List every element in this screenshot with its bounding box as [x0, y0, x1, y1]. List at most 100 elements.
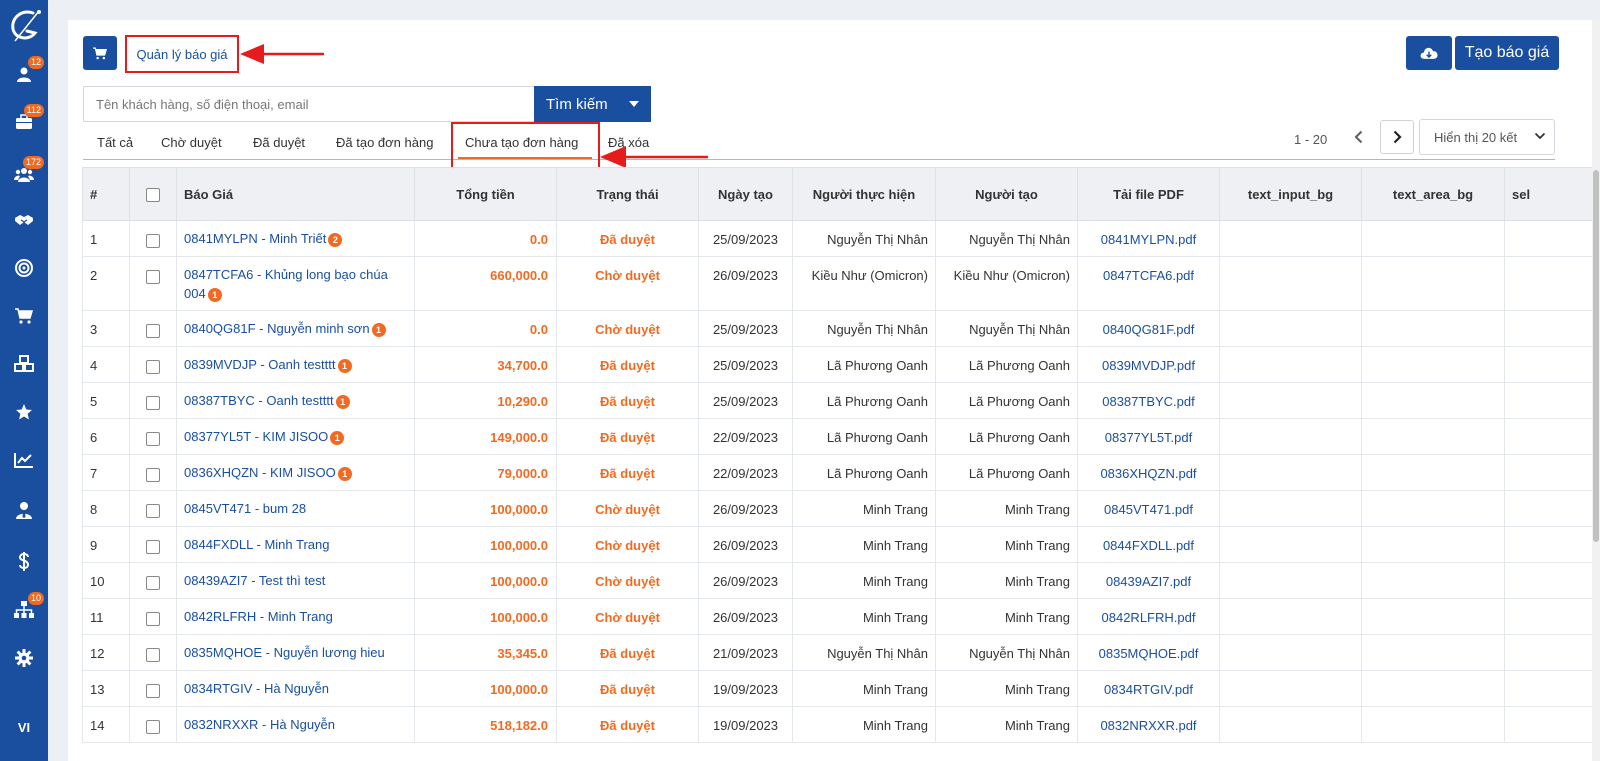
language-switch[interactable]: VI	[0, 720, 48, 735]
prev-page-button[interactable]	[1343, 120, 1373, 154]
quote-link[interactable]: 0840QG81F - Nguyễn minh sơn	[184, 321, 370, 336]
sidebar-item-user[interactable]: 12	[0, 56, 48, 92]
pdf-download-link[interactable]: 0845VT471.pdf	[1104, 502, 1193, 517]
sidebar-item-dollar[interactable]	[0, 544, 48, 580]
create-quote-button[interactable]: Tạo báo giá	[1455, 36, 1559, 70]
caret-down-icon[interactable]	[629, 101, 639, 107]
pdf-download-link[interactable]: 0835MQHOE.pdf	[1099, 646, 1199, 661]
cart-button[interactable]	[83, 36, 117, 70]
tab-all[interactable]: Tất cả	[97, 124, 133, 160]
sidebar-item-users[interactable]: 172	[0, 156, 48, 192]
quote-link[interactable]: 0845VT471 - bum 28	[184, 501, 306, 516]
table-row[interactable]: 1 0841MYLPN - Minh Triết 2 0.0 Đã duyệt 25/09…	[82, 220, 1600, 257]
quote-link[interactable]: 0844FXDLL - Minh Trang	[184, 537, 329, 552]
column-header-date[interactable]: Ngày tạo	[698, 167, 793, 221]
pdf-download-link[interactable]: 0844FXDLL.pdf	[1103, 538, 1194, 553]
quote-link[interactable]: 08439AZI7 - Test thì test	[184, 573, 325, 588]
row-checkbox[interactable]	[146, 359, 160, 374]
sidebar-item-handshake[interactable]	[0, 202, 48, 238]
scrollbar-thumb[interactable]	[1593, 170, 1599, 542]
sidebar-item-user-tie[interactable]	[0, 492, 48, 528]
row-checkbox[interactable]	[146, 431, 160, 446]
quote-link[interactable]: 0841MYLPN - Minh Triết	[184, 231, 326, 246]
column-header-executor[interactable]: Người thực hiện	[792, 167, 936, 221]
sidebar-item-briefcase[interactable]: 112	[0, 104, 48, 140]
column-header-quote[interactable]: Báo Giá	[176, 167, 415, 221]
sidebar-item-cart[interactable]	[0, 298, 48, 334]
table-row[interactable]: 4 0839MVDJP - Oanh testttt 1 34,700.0 Đã duy…	[82, 346, 1600, 383]
quote-link[interactable]: 0839MVDJP - Oanh testttt	[184, 357, 336, 372]
column-header-status[interactable]: Trạng thái	[556, 167, 699, 221]
sidebar-item-chart[interactable]	[0, 442, 48, 478]
pdf-download-link[interactable]: 0834RTGIV.pdf	[1104, 682, 1193, 697]
pdf-download-link[interactable]: 0847TCFA6.pdf	[1103, 268, 1194, 283]
row-checkbox[interactable]	[146, 647, 160, 662]
tab-approved[interactable]: Đã duyệt	[253, 124, 305, 160]
pdf-download-link[interactable]: 08377YL5T.pdf	[1105, 430, 1192, 445]
table-row[interactable]: 8 0845VT471 - bum 28 100,000.0 Chờ duyệt 26/…	[82, 490, 1600, 527]
table-row[interactable]: 3 0840QG81F - Nguyễn minh sơn 1 0.0 Chờ duyệ…	[82, 310, 1600, 347]
app-logo-icon[interactable]	[0, 4, 48, 48]
pdf-download-link[interactable]: 0836XHQZN.pdf	[1100, 466, 1196, 481]
row-checkbox[interactable]	[146, 503, 160, 518]
text-area-bg-cell	[1361, 310, 1505, 347]
sidebar-item-star[interactable]	[0, 394, 48, 430]
row-checkbox[interactable]	[146, 467, 160, 482]
sidebar-item-target[interactable]	[0, 250, 48, 286]
row-checkbox[interactable]	[146, 575, 160, 590]
sidebar-item-sitemap[interactable]: 10	[0, 592, 48, 628]
sidebar-item-settings[interactable]	[0, 640, 48, 676]
column-header-total[interactable]: Tổng tiền	[414, 167, 557, 221]
row-checkbox[interactable]	[146, 323, 160, 338]
page-scrollbar[interactable]	[1592, 20, 1600, 761]
row-checkbox[interactable]	[146, 395, 160, 410]
row-checkbox[interactable]	[146, 611, 160, 626]
search-input[interactable]	[83, 86, 534, 122]
page-size-select[interactable]: Hiển thị 20 kết	[1419, 119, 1555, 155]
tab-pending[interactable]: Chờ duyệt	[161, 124, 222, 160]
table-row[interactable]: 6 08377YL5T - KIM JISOO 1 149,000.0 Đã duyệt…	[82, 418, 1600, 455]
search-button[interactable]: Tìm kiếm	[534, 86, 651, 122]
table-row[interactable]: 2 0847TCFA6 - Khủng long bạo chúa 004 1 660…	[82, 256, 1600, 311]
table-row[interactable]: 10 08439AZI7 - Test thì test 100,000.0 Chờ …	[82, 562, 1600, 599]
row-checkbox[interactable]	[146, 233, 160, 248]
pdf-download-link[interactable]: 08439AZI7.pdf	[1106, 574, 1191, 589]
quote-link[interactable]: 0832NRXXR - Hà Nguyễn	[184, 717, 335, 732]
row-checkbox[interactable]	[146, 539, 160, 554]
row-checkbox[interactable]	[146, 719, 160, 734]
next-page-button[interactable]	[1380, 120, 1414, 154]
pdf-download-link[interactable]: 08387TBYC.pdf	[1102, 394, 1195, 409]
download-button[interactable]	[1406, 36, 1452, 70]
pdf-download-link[interactable]: 0841MYLPN.pdf	[1101, 232, 1196, 247]
sidebar-item-cubes[interactable]	[0, 346, 48, 382]
quote-link[interactable]: 0835MQHOE - Nguyễn lương hieu	[184, 645, 385, 660]
quote-link[interactable]: 08387TBYC - Oanh testttt	[184, 393, 334, 408]
pdf-download-link[interactable]: 0832NRXXR.pdf	[1100, 718, 1196, 733]
column-header-text-area-bg[interactable]: text_area_bg	[1361, 167, 1505, 221]
column-header-text-input-bg[interactable]: text_input_bg	[1219, 167, 1362, 221]
quote-cell: 08387TBYC - Oanh testttt 1	[176, 382, 415, 419]
quote-link[interactable]: 0836XHQZN - KIM JISOO	[184, 465, 336, 480]
table-row[interactable]: 9 0844FXDLL - Minh Trang 100,000.0 Chờ duyệ…	[82, 526, 1600, 563]
tab-order-created[interactable]: Đã tạo đơn hàng	[336, 124, 433, 160]
pdf-download-link[interactable]: 0839MVDJP.pdf	[1102, 358, 1195, 373]
table-row[interactable]: 5 08387TBYC - Oanh testttt 1 10,290.0 Đã duy…	[82, 382, 1600, 419]
table-row[interactable]: 7 0836XHQZN - KIM JISOO 1 79,000.0 Đã duyệt 2…	[82, 454, 1600, 491]
pdf-cell: 0847TCFA6.pdf	[1077, 256, 1220, 311]
table-row[interactable]: 11 0842RLFRH - Minh Trang 100,000.0 Chờ duy…	[82, 598, 1600, 635]
column-header-creator[interactable]: Người tạo	[935, 167, 1078, 221]
quote-link[interactable]: 0842RLFRH - Minh Trang	[184, 609, 333, 624]
page-title[interactable]: Quản lý báo giá	[136, 47, 227, 62]
table-row[interactable]: 14 0832NRXXR - Hà Nguyễn 518,182.0 Đã duyệt…	[82, 706, 1600, 743]
row-checkbox[interactable]	[146, 269, 160, 284]
table-row[interactable]: 13 0834RTGIV - Hà Nguyễn 100,000.0 Đã duyệt…	[82, 670, 1600, 707]
row-checkbox[interactable]	[146, 683, 160, 698]
pdf-download-link[interactable]: 0842RLFRH.pdf	[1102, 610, 1196, 625]
column-header-sel[interactable]: sel	[1504, 167, 1600, 221]
column-header-pdf[interactable]: Tải file PDF	[1077, 167, 1220, 221]
quote-link[interactable]: 08377YL5T - KIM JISOO	[184, 429, 328, 444]
table-row[interactable]: 12 0835MQHOE - Nguyễn lương hieu 35,345.0 Đ…	[82, 634, 1600, 671]
pdf-download-link[interactable]: 0840QG81F.pdf	[1103, 322, 1195, 337]
select-all-checkbox[interactable]	[146, 187, 160, 202]
quote-link[interactable]: 0834RTGIV - Hà Nguyễn	[184, 681, 329, 696]
